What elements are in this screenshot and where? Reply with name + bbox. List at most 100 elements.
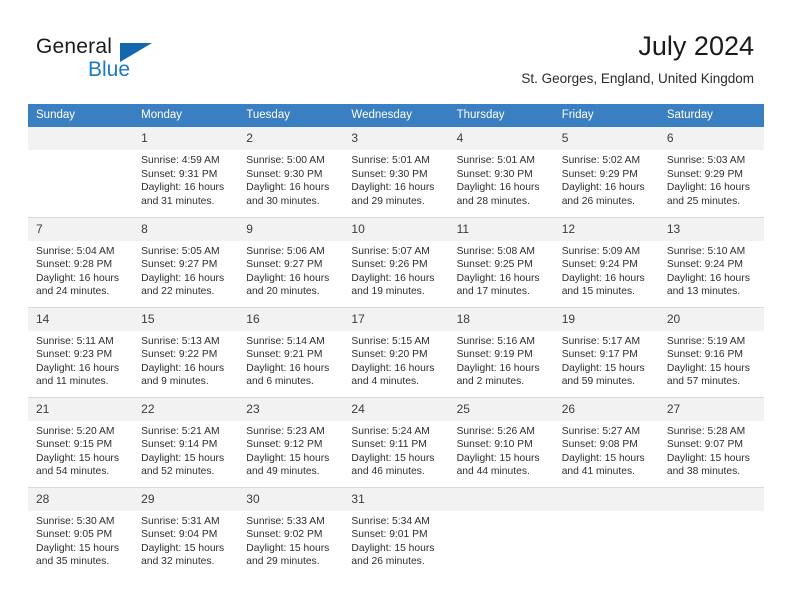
sunset-text: Sunset: 9:30 PM <box>351 168 428 180</box>
sunset-text: Sunset: 9:04 PM <box>141 529 218 541</box>
calendar-day-cell[interactable]: 21 Sunrise: 5:20 AM Sunset: 9:15 PM Dayligh… <box>28 396 134 487</box>
calendar-day-cell[interactable]: 22 Sunrise: 5:21 AM Sunset: 9:14 PM Dayligh… <box>133 396 239 487</box>
sunrise-text: Sunrise: 4:59 AM <box>141 155 220 166</box>
daylight-text-line2: and 46 minutes. <box>351 466 425 478</box>
calendar-day-cell[interactable]: 18 Sunrise: 5:16 AM Sunset: 9:19 PM Dayligh… <box>448 306 554 397</box>
calendar-day-cell[interactable]: 1 Sunrise: 4:59 AM Sunset: 9:31 PM Daylight… <box>133 127 239 217</box>
daylight-text-line1: Daylight: 16 hours <box>36 272 119 284</box>
sunrise-text: Sunrise: 5:04 AM <box>36 245 115 257</box>
daylight-text-line2: and 31 minutes. <box>141 195 215 207</box>
sunset-text: Sunset: 9:07 PM <box>666 439 743 451</box>
calendar-day-cell[interactable]: 17 Sunrise: 5:15 AM Sunset: 9:20 PM Dayligh… <box>343 306 449 397</box>
daylight-text-line1: Daylight: 16 hours <box>246 272 330 284</box>
daylight-text-line2: and 32 minutes. <box>141 556 215 568</box>
day-sun-details: Sunrise: 5:20 AM Sunset: 9:15 PM Daylight:… <box>28 421 133 479</box>
sunrise-text: Sunrise: 5:10 AM <box>666 245 746 257</box>
calendar-day-cell[interactable]: 23 Sunrise: 5:23 AM Sunset: 9:12 PM Dayligh… <box>238 396 344 487</box>
day-sun-details: Sunrise: 5:30 AM Sunset: 9:05 PM Daylight:… <box>28 511 133 569</box>
daylight-text-line2: and 15 minutes. <box>561 286 635 298</box>
calendar-day-cell[interactable]: 6 Sunrise: 5:03 AM Sunset: 9:29 PM Daylight… <box>658 127 764 217</box>
calendar-page: General Blue July 2024 St. Georges, Engl… <box>0 0 792 612</box>
daylight-text-line2: and 54 minutes. <box>36 466 110 478</box>
day-number <box>28 127 134 150</box>
calendar-day-cell[interactable]: 8 Sunrise: 5:05 AM Sunset: 9:27 PM Daylight… <box>133 216 239 307</box>
sunset-text: Sunset: 9:10 PM <box>456 439 533 451</box>
calendar-day-cell[interactable]: 24 Sunrise: 5:24 AM Sunset: 9:11 PM Dayligh… <box>343 396 449 487</box>
calendar-day-cell[interactable]: 20 Sunrise: 5:19 AM Sunset: 9:16 PM Dayligh… <box>658 306 764 397</box>
daylight-text-line1: Daylight: 16 hours <box>456 362 540 374</box>
sunrise-text: Sunrise: 5:11 AM <box>36 335 114 347</box>
brand-logo[interactable]: General Blue <box>36 36 216 86</box>
calendar-week-row: 14 Sunrise: 5:11 AM Sunset: 9:23 PM Dayligh… <box>28 306 764 397</box>
brand-name-secondary: Blue <box>88 58 131 81</box>
day-number: 13 <box>658 217 764 241</box>
day-number: 27 <box>658 397 764 421</box>
calendar-day-cell[interactable]: 16 Sunrise: 5:14 AM Sunset: 9:21 PM Dayligh… <box>238 306 344 397</box>
sunrise-text: Sunrise: 5:24 AM <box>351 425 430 437</box>
calendar-day-cell[interactable]: 19 Sunrise: 5:17 AM Sunset: 9:17 PM Dayligh… <box>553 306 659 397</box>
triangle-icon <box>120 43 152 62</box>
calendar-day-cell[interactable]: 3 Sunrise: 5:01 AM Sunset: 9:30 PM Daylight… <box>343 127 449 217</box>
day-number <box>553 487 659 511</box>
calendar-day-cell[interactable]: 9 Sunrise: 5:06 AM Sunset: 9:27 PM Daylight… <box>238 216 344 307</box>
sunset-text: Sunset: 9:22 PM <box>141 349 218 361</box>
daylight-text-line2: and 9 minutes. <box>141 376 209 388</box>
calendar-day-cell[interactable]: 12 Sunrise: 5:09 AM Sunset: 9:24 PM Dayligh… <box>553 216 659 307</box>
daylight-text-line1: Daylight: 16 hours <box>246 362 330 374</box>
calendar-day-cell[interactable]: 11 Sunrise: 5:08 AM Sunset: 9:25 PM Dayligh… <box>448 216 554 307</box>
sunrise-text: Sunrise: 5:23 AM <box>246 425 325 437</box>
daylight-text-line2: and 44 minutes. <box>456 466 530 478</box>
calendar-day-cell[interactable]: 27 Sunrise: 5:28 AM Sunset: 9:07 PM Dayligh… <box>658 396 764 487</box>
day-sun-details: Sunrise: 5:26 AM Sunset: 9:10 PM Daylight:… <box>449 421 554 479</box>
sunset-text: Sunset: 9:14 PM <box>141 439 218 451</box>
calendar-day-cell[interactable]: 25 Sunrise: 5:26 AM Sunset: 9:10 PM Dayligh… <box>448 396 554 487</box>
calendar-day-cell[interactable]: 26 Sunrise: 5:27 AM Sunset: 9:08 PM Dayligh… <box>553 396 659 487</box>
daylight-text-line2: and 59 minutes. <box>561 376 635 388</box>
sunrise-text: Sunrise: 5:16 AM <box>456 335 535 347</box>
day-sun-details: Sunrise: 5:23 AM Sunset: 9:12 PM Daylight:… <box>238 421 343 479</box>
day-number: 7 <box>28 217 134 241</box>
daylight-text-line2: and 11 minutes. <box>36 376 109 388</box>
day-sun-details: Sunrise: 5:19 AM Sunset: 9:16 PM Daylight:… <box>659 331 764 389</box>
calendar-day-cell[interactable]: 10 Sunrise: 5:07 AM Sunset: 9:26 PM Dayligh… <box>343 216 449 307</box>
daylight-text-line2: and 29 minutes. <box>351 195 425 207</box>
calendar-day-cell[interactable]: 4 Sunrise: 5:01 AM Sunset: 9:30 PM Daylight… <box>448 127 554 217</box>
sunrise-text: Sunrise: 5:14 AM <box>246 335 325 347</box>
calendar-day-cell[interactable]: 31 Sunrise: 5:34 AM Sunset: 9:01 PM Dayligh… <box>343 486 449 577</box>
weekday-header-monday: Monday <box>133 104 239 127</box>
daylight-text-line1: Daylight: 16 hours <box>36 362 119 374</box>
daylight-text-line2: and 52 minutes. <box>141 466 215 478</box>
daylight-text-line1: Daylight: 15 hours <box>36 542 119 554</box>
calendar-day-cell[interactable]: 30 Sunrise: 5:33 AM Sunset: 9:02 PM Dayligh… <box>238 486 344 577</box>
calendar-day-cell[interactable]: 7 Sunrise: 5:04 AM Sunset: 9:28 PM Daylight… <box>28 216 134 307</box>
calendar-day-cell[interactable]: 29 Sunrise: 5:31 AM Sunset: 9:04 PM Dayligh… <box>133 486 239 577</box>
sunset-text: Sunset: 9:31 PM <box>141 168 218 180</box>
day-sun-details: Sunrise: 5:06 AM Sunset: 9:27 PM Daylight:… <box>238 241 343 299</box>
calendar-day-cell-empty <box>28 127 134 217</box>
day-number: 9 <box>238 217 344 241</box>
sunset-text: Sunset: 9:29 PM <box>666 168 743 180</box>
calendar-day-cell[interactable]: 5 Sunrise: 5:02 AM Sunset: 9:29 PM Daylight… <box>553 127 659 217</box>
sunrise-text: Sunrise: 5:26 AM <box>456 425 535 437</box>
calendar-day-cell[interactable]: 14 Sunrise: 5:11 AM Sunset: 9:23 PM Dayligh… <box>28 306 134 397</box>
calendar-body: 1 Sunrise: 4:59 AM Sunset: 9:31 PM Daylight… <box>28 127 764 577</box>
daylight-text-line1: Daylight: 15 hours <box>666 452 750 464</box>
day-number: 25 <box>448 397 554 421</box>
daylight-text-line2: and 19 minutes. <box>351 286 425 298</box>
day-number: 16 <box>238 307 344 331</box>
day-sun-details: Sunrise: 5:02 AM Sunset: 9:29 PM Daylight:… <box>554 150 659 208</box>
calendar-day-cell[interactable]: 2 Sunrise: 5:00 AM Sunset: 9:30 PM Daylight… <box>238 127 344 217</box>
sunset-text: Sunset: 9:24 PM <box>561 259 638 271</box>
calendar-day-cell[interactable]: 13 Sunrise: 5:10 AM Sunset: 9:24 PM Dayligh… <box>658 216 764 307</box>
daylight-text-line2: and 20 minutes. <box>246 286 320 298</box>
day-number: 17 <box>343 307 449 331</box>
sunrise-text: Sunrise: 5:15 AM <box>351 335 430 347</box>
day-number: 23 <box>238 397 344 421</box>
day-sun-details: Sunrise: 5:33 AM Sunset: 9:02 PM Daylight:… <box>238 511 343 569</box>
day-number: 24 <box>343 397 449 421</box>
sunrise-text: Sunrise: 5:09 AM <box>561 245 641 257</box>
day-sun-details: Sunrise: 5:27 AM Sunset: 9:08 PM Daylight:… <box>554 421 659 479</box>
calendar-day-cell[interactable]: 15 Sunrise: 5:13 AM Sunset: 9:22 PM Dayligh… <box>133 306 239 397</box>
weekday-header-tuesday: Tuesday <box>238 104 344 127</box>
calendar-day-cell[interactable]: 28 Sunrise: 5:30 AM Sunset: 9:05 PM Dayligh… <box>28 486 134 577</box>
